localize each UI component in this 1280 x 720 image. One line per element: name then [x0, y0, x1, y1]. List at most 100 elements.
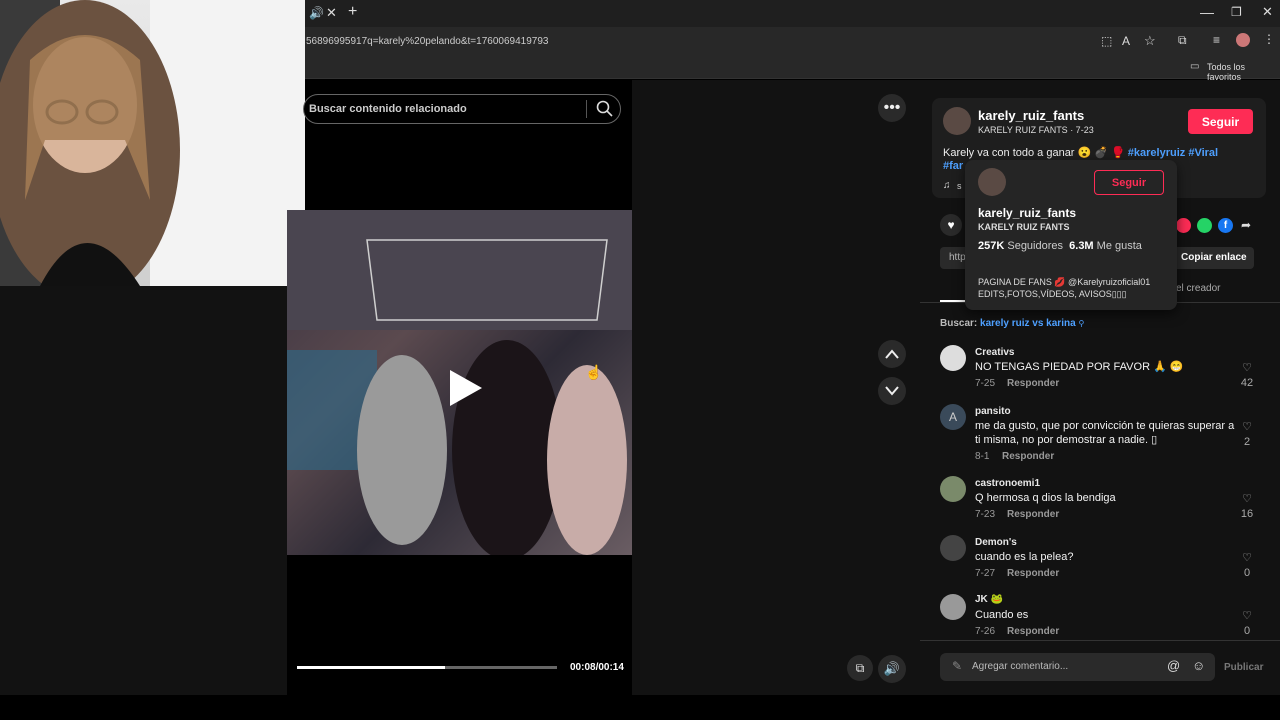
streamer-figure	[0, 0, 305, 286]
comment-avatar[interactable]	[940, 535, 966, 561]
menu-icon[interactable]: ⋮	[1263, 32, 1275, 46]
minimize-icon[interactable]: —	[1200, 4, 1214, 20]
comment-like-icon[interactable]: ♡	[1237, 609, 1257, 622]
all-bookmarks-label[interactable]: Todos los favoritos	[1207, 62, 1280, 82]
copy-link-button[interactable]: Copiar enlace	[1181, 252, 1247, 263]
comment-avatar[interactable]	[940, 476, 966, 502]
author-avatar[interactable]	[943, 107, 971, 135]
caption: Karely va con todo a ganar 😮 💣 🥊 #karely…	[943, 146, 1218, 159]
media-controls-icon[interactable]: ≡	[1213, 33, 1220, 47]
comment-text: me da gusto, que por convicción te quier…	[975, 420, 1235, 446]
bookmark-star-icon[interactable]: ☆	[1144, 33, 1156, 49]
related-search-placeholder: Buscar contenido relacionado	[309, 103, 467, 115]
search-suggestion[interactable]: Buscar: karely ruiz vs karina ⚲	[940, 318, 1084, 329]
reply-button[interactable]: Responder	[1007, 626, 1059, 637]
install-icon[interactable]: ⬚	[1101, 34, 1112, 48]
hover-card-follow-button[interactable]: Seguir	[1094, 170, 1164, 195]
volume-icon[interactable]: 🔊	[878, 655, 906, 683]
comment-date: 7-27	[975, 568, 996, 579]
whatsapp-icon[interactable]	[1197, 218, 1212, 233]
taskbar-strip	[0, 695, 1280, 720]
floating-player-icon[interactable]: ⧉	[847, 655, 873, 681]
comment-like-count: 0	[1243, 625, 1251, 637]
reply-button[interactable]: Responder	[1002, 451, 1054, 462]
music-icon[interactable]: ♫	[943, 180, 951, 191]
comment-input-icon: ✎	[952, 659, 963, 673]
comment-text: Q hermosa q dios la bendiga	[975, 492, 1116, 504]
comment-like-count: 2	[1243, 436, 1251, 448]
comment-date: 8-1	[975, 451, 990, 462]
comment-avatar[interactable]: A	[940, 404, 966, 430]
facebook-icon[interactable]: f	[1218, 218, 1233, 233]
comment-user[interactable]: castronoemi1	[975, 478, 1040, 489]
likes-count: 6.3M	[1069, 240, 1094, 252]
reply-button[interactable]: Responder	[1007, 378, 1059, 389]
tab-audio-icon[interactable]: 🔊	[309, 6, 324, 20]
comment-user[interactable]: Demon's	[975, 537, 1017, 548]
comment-avatar[interactable]	[940, 345, 966, 371]
comment-text: NO TENGAS PIEDAD POR FAVOR 🙏 😁	[975, 361, 1184, 373]
search-divider	[586, 100, 587, 118]
search-suggestion-prefix: Buscar:	[940, 318, 978, 329]
tab-creator-videos[interactable]: el creador	[1176, 283, 1220, 294]
publish-button[interactable]: Publicar	[1224, 662, 1263, 673]
share-tiktok-icon[interactable]	[1176, 218, 1191, 233]
comment-avatar[interactable]	[940, 594, 966, 620]
comment-user[interactable]: pansito	[975, 406, 1011, 417]
comment-text: cuando es la pelea?	[975, 551, 1074, 563]
music-text[interactable]: s	[957, 181, 962, 191]
caption-hashtags[interactable]: #karelyruiz #Viral	[1128, 147, 1218, 159]
share-arrow-icon[interactable]: ➦	[1241, 218, 1251, 232]
window-close-icon[interactable]: ✕	[1262, 4, 1273, 20]
more-options-icon[interactable]: •••	[878, 94, 906, 122]
progress-bar[interactable]	[297, 666, 557, 669]
comment-date: 7-23	[975, 509, 996, 520]
link-text[interactable]: http	[949, 252, 966, 263]
comment-like-icon[interactable]: ♡	[1237, 492, 1257, 505]
author-meta: KARELY RUIZ FANTS · 7-23	[978, 125, 1094, 135]
like-icon[interactable]: ♥	[940, 214, 962, 236]
emoji-icon[interactable]: ☺	[1192, 658, 1205, 673]
mention-icon[interactable]: @	[1167, 658, 1180, 673]
profile-avatar[interactable]	[1236, 33, 1250, 47]
input-divider	[920, 640, 1280, 641]
comment-user[interactable]: Creativs	[975, 347, 1014, 358]
hover-card-username[interactable]: karely_ruiz_fants	[978, 206, 1076, 220]
extensions-icon[interactable]: ⧉	[1178, 33, 1187, 48]
comment-input-placeholder: Agregar comentario...	[972, 661, 1069, 672]
comment-like-icon[interactable]: ♡	[1237, 551, 1257, 564]
reply-button[interactable]: Responder	[1007, 509, 1059, 520]
comment-like-icon[interactable]: ♡	[1237, 420, 1257, 433]
comment-user[interactable]: JK 🐸	[975, 594, 1003, 605]
reply-button[interactable]: Responder	[1007, 568, 1059, 579]
mouse-cursor-icon: ☝	[585, 364, 603, 380]
previous-video-icon[interactable]	[878, 340, 906, 368]
restore-icon[interactable]: ❐	[1231, 5, 1242, 19]
hover-card-bio-1: PAGINA DE FANS 💋 @Karelyruizoficial01	[978, 277, 1151, 287]
suggestion-search-icon: ⚲	[1078, 319, 1085, 328]
hover-card-stats: 257K Seguidores 6.3M Me gusta	[978, 240, 1142, 252]
hover-card-display-name: KARELY RUIZ FANTS	[978, 222, 1070, 232]
comment-like-count: 42	[1240, 377, 1254, 389]
webcam-overlay	[0, 0, 305, 286]
play-icon[interactable]	[442, 366, 486, 410]
next-video-icon[interactable]	[878, 377, 906, 405]
search-icon[interactable]	[595, 99, 615, 124]
new-tab-icon[interactable]: +	[348, 3, 357, 21]
caption-hashtag-2[interactable]: #far	[943, 160, 963, 172]
translate-icon[interactable]: A	[1122, 34, 1130, 48]
related-search-input[interactable]: Buscar contenido relacionado	[303, 94, 621, 124]
comment-like-icon[interactable]: ♡	[1237, 361, 1257, 374]
comment-like-count: 0	[1243, 567, 1251, 579]
tab-close-icon[interactable]: ✕	[326, 5, 337, 21]
hover-card-avatar[interactable]	[978, 168, 1006, 196]
follow-button[interactable]: Seguir	[1188, 109, 1253, 134]
followers-count: 257K	[978, 240, 1005, 252]
followers-label: Seguidores	[1007, 240, 1064, 252]
hover-card-bio-2: EDITS,FOTOS,VÍDEOS, AVISOS▯▯▯	[978, 289, 1127, 299]
search-suggestion-query[interactable]: karely ruiz vs karina	[980, 318, 1076, 329]
author-username[interactable]: karely_ruiz_fants	[978, 108, 1084, 123]
comment-input[interactable]: ✎ Agregar comentario... @ ☺	[940, 653, 1215, 681]
comment-like-count: 16	[1240, 508, 1254, 520]
url-text[interactable]: 56896995917q=karely%20pelando&t=17600694…	[306, 36, 548, 47]
